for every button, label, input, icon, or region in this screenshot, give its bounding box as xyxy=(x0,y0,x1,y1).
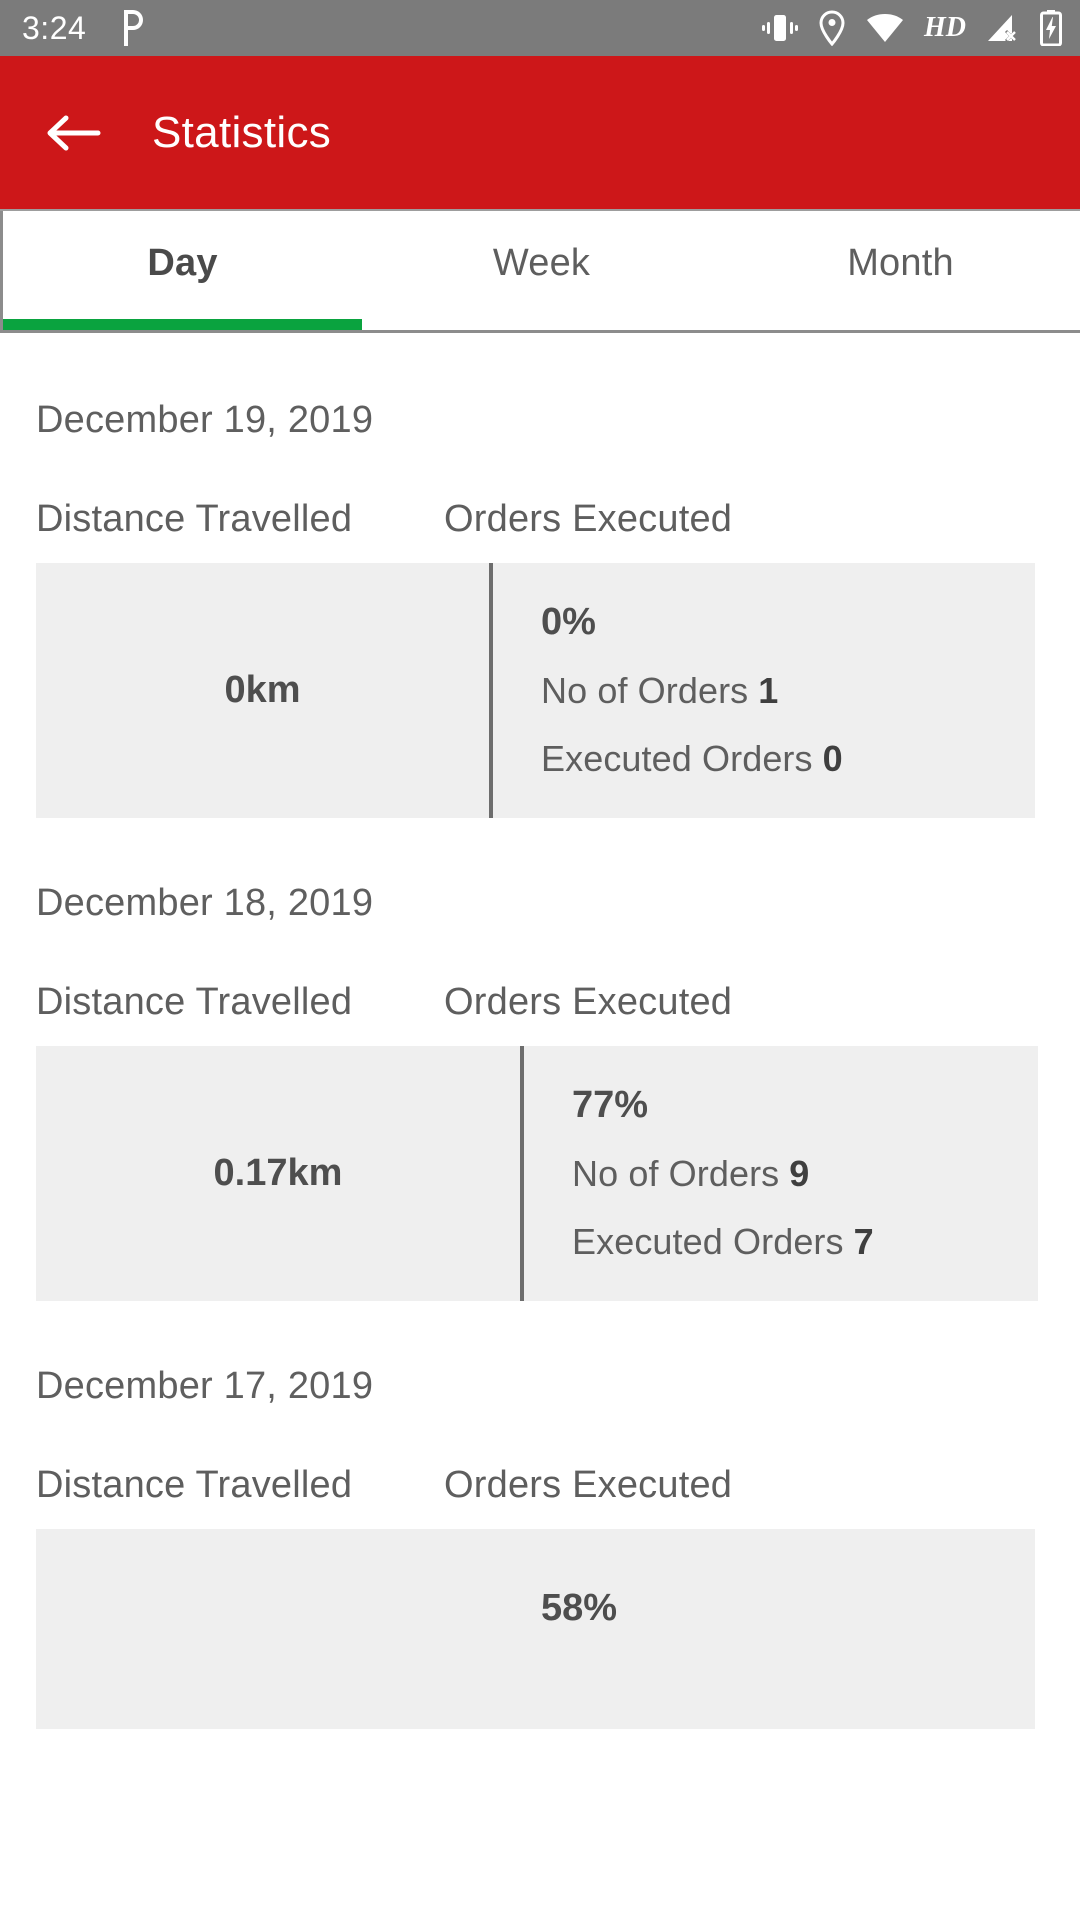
orders-cell: 77% No of Orders 9 Executed Orders 7 xyxy=(524,1046,1038,1301)
column-headers: Distance Travelled Orders Executed xyxy=(36,981,1044,1024)
app-bar: Statistics xyxy=(0,56,1080,211)
distance-cell: 0km xyxy=(36,563,493,818)
tab-month[interactable]: Month xyxy=(721,211,1080,330)
wifi-icon xyxy=(867,14,903,42)
hd-icon: HD xyxy=(924,12,966,43)
status-left-icons xyxy=(114,10,144,46)
distance-column-header: Distance Travelled xyxy=(36,981,353,1023)
no-of-orders-label: No of Orders xyxy=(541,670,749,711)
executed-orders-value: 0 xyxy=(822,738,843,779)
no-of-orders-value: 9 xyxy=(789,1153,810,1194)
no-of-orders-row: No of Orders 1 xyxy=(541,670,1035,712)
no-of-orders-label: No of Orders xyxy=(572,1153,780,1194)
stat-card[interactable]: 58% xyxy=(36,1529,1035,1729)
tab-bar: Day Week Month xyxy=(0,211,1080,333)
no-of-orders-row: No of Orders 9 xyxy=(572,1153,1038,1195)
distance-column-header: Distance Travelled xyxy=(36,1464,353,1506)
page-title: Statistics xyxy=(152,107,332,157)
tab-day[interactable]: Day xyxy=(3,211,362,330)
signal-off-icon xyxy=(988,15,1018,43)
orders-cell: 0% No of Orders 1 Executed Orders 0 xyxy=(493,563,1035,818)
distance-column-header: Distance Travelled xyxy=(36,498,353,540)
date-label: December 17, 2019 xyxy=(36,1365,374,1407)
tab-week[interactable]: Week xyxy=(362,211,721,330)
no-of-orders-value: 1 xyxy=(758,670,779,711)
day-block: December 17, 2019 Distance Travelled Ord… xyxy=(0,1301,1080,1729)
executed-orders-row: Executed Orders 0 xyxy=(541,738,1035,780)
distance-value: 0km xyxy=(224,669,301,711)
battery-charging-icon xyxy=(1040,10,1062,46)
orders-cell: 58% xyxy=(493,1529,1035,1630)
orders-percent: 0% xyxy=(541,601,596,643)
orders-percent: 58% xyxy=(541,1587,618,1629)
day-block: December 18, 2019 Distance Travelled Ord… xyxy=(0,818,1080,1301)
stat-card[interactable]: 0km 0% No of Orders 1 Executed Orders 0 xyxy=(36,563,1035,818)
orders-percent: 77% xyxy=(572,1084,649,1126)
orders-column-header: Orders Executed xyxy=(444,498,733,540)
vibrate-icon xyxy=(762,15,798,41)
executed-orders-label: Executed Orders xyxy=(572,1221,844,1262)
orders-column-header: Orders Executed xyxy=(444,981,733,1023)
status-bar: 3:24 HD xyxy=(0,0,1080,56)
location-pin-icon xyxy=(819,10,845,46)
distance-cell: 0.17km xyxy=(36,1046,524,1301)
executed-orders-row: Executed Orders 7 xyxy=(572,1221,1038,1263)
status-time: 3:24 xyxy=(22,10,87,46)
column-headers: Distance Travelled Orders Executed xyxy=(36,1464,1044,1507)
day-block: December 19, 2019 Distance Travelled Ord… xyxy=(0,335,1080,818)
back-arrow-icon[interactable] xyxy=(46,110,102,156)
stat-card[interactable]: 0.17km 77% No of Orders 9 Executed Orders… xyxy=(36,1046,1038,1301)
date-label: December 18, 2019 xyxy=(36,882,374,924)
statistics-list[interactable]: December 19, 2019 Distance Travelled Ord… xyxy=(0,335,1080,1920)
executed-orders-value: 7 xyxy=(853,1221,874,1262)
date-label: December 19, 2019 xyxy=(36,399,374,441)
orders-column-header: Orders Executed xyxy=(444,1464,733,1506)
executed-orders-label: Executed Orders xyxy=(541,738,813,779)
distance-value: 0.17km xyxy=(213,1152,343,1194)
tab-indicator xyxy=(3,319,362,330)
column-headers: Distance Travelled Orders Executed xyxy=(36,498,1044,541)
p-app-icon xyxy=(124,10,144,46)
status-right-icons: HD xyxy=(762,10,1062,46)
